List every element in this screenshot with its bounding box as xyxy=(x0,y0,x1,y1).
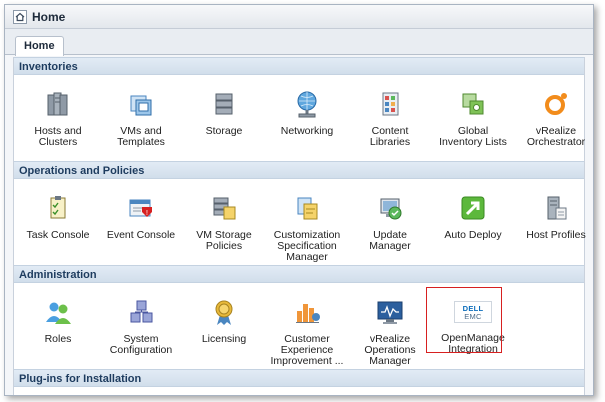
window-title: Home xyxy=(32,9,66,24)
tile-update-manager[interactable]: Update Manager xyxy=(351,179,429,265)
tile-vm-storage-policies[interactable]: VM Storage Policies xyxy=(185,179,263,265)
update-manager-icon xyxy=(380,198,402,220)
tile-storage[interactable]: Storage xyxy=(185,75,263,161)
content-libraries-icon xyxy=(382,92,399,116)
global-inventory-icon xyxy=(462,93,484,115)
home-icon xyxy=(13,9,27,24)
svg-text:!: ! xyxy=(146,210,148,217)
tile-label: Host Profiles xyxy=(526,229,586,241)
tile-label: Hosts and Clusters xyxy=(34,125,82,148)
section-header-administration: Administration xyxy=(14,265,584,283)
auto-deploy-icon xyxy=(461,196,485,220)
logo-line-1: DELL xyxy=(462,303,484,313)
tile-roles[interactable]: Roles xyxy=(19,283,97,369)
tile-global-inventory-lists[interactable]: Global Inventory Lists xyxy=(434,75,512,161)
tile-content-libraries[interactable]: Content Libraries xyxy=(351,75,429,161)
tile-event-console[interactable]: ! Event Console xyxy=(102,179,180,265)
tile-label: System Configuration xyxy=(109,333,173,356)
tile-label: Global Inventory Lists xyxy=(439,125,507,148)
tile-openmanage-integration[interactable]: DELL EMC OpenManage Integration xyxy=(434,283,512,369)
tile-host-profiles[interactable]: Host Profiles xyxy=(517,179,593,265)
tile-vrealize-operations-manager[interactable]: vRealize Operations Manager xyxy=(351,283,429,369)
tile-vrealize-orchestrator[interactable]: vRealize Orchestrator xyxy=(517,75,593,161)
tile-label: Networking xyxy=(280,125,334,137)
title-bar: Home xyxy=(5,5,593,29)
tile-system-configuration[interactable]: System Configuration xyxy=(102,283,180,369)
event-console-icon: ! xyxy=(129,199,152,217)
task-console-icon xyxy=(50,196,66,219)
tile-label: VM Storage Policies xyxy=(196,229,252,252)
vm-storage-policies-icon xyxy=(213,197,236,220)
tile-label: Customization Specification Manager xyxy=(273,229,341,263)
orchestrator-icon xyxy=(545,93,567,115)
tile-label: Storage xyxy=(205,125,243,137)
tile-networking[interactable]: Networking xyxy=(268,75,346,161)
tile-label: Event Console xyxy=(106,229,176,241)
tile-label: Licensing xyxy=(201,333,247,345)
tile-customer-experience-improvement[interactable]: Customer Experience Improvement ... xyxy=(268,283,346,369)
tile-label: Auto Deploy xyxy=(444,229,502,241)
section-header-operations-and-policies: Operations and Policies xyxy=(14,161,584,179)
storage-icon xyxy=(215,93,233,115)
hosts-clusters-icon xyxy=(47,92,68,116)
tile-label: Update Manager xyxy=(369,229,411,252)
tile-label: Roles xyxy=(44,333,72,345)
tile-customization-specification-manager[interactable]: Customization Specification Manager xyxy=(268,179,346,265)
tile-vms-and-templates[interactable]: VMs and Templates xyxy=(102,75,180,161)
tile-task-console[interactable]: Task Console xyxy=(19,179,97,265)
tile-label: Task Console xyxy=(26,229,90,241)
networking-icon xyxy=(297,91,317,118)
licensing-icon xyxy=(215,300,233,325)
dell-emc-logo-icon: DELL EMC xyxy=(454,301,492,323)
tile-label: VMs and Templates xyxy=(117,125,165,148)
section-inventories: Hosts and Clusters VMs and Templates Sto… xyxy=(14,75,585,161)
tile-label: vRealize Operations Manager xyxy=(364,333,416,367)
roles-icon xyxy=(46,302,71,324)
tile-label: vRealize Orchestrator xyxy=(526,125,586,148)
tile-hosts-and-clusters[interactable]: Hosts and Clusters xyxy=(19,75,97,161)
vms-templates-icon xyxy=(130,95,152,116)
logo-line-2: EMC xyxy=(464,311,482,321)
operations-manager-icon xyxy=(377,301,403,324)
vsphere-home-window: Home Home Inventories Hosts and Clusters xyxy=(4,4,594,396)
system-configuration-icon xyxy=(130,300,153,323)
tile-label: Customer Experience Improvement ... xyxy=(270,333,344,367)
section-operations-and-policies: Task Console ! Event Console VM Storage … xyxy=(14,179,586,265)
tab-home[interactable]: Home xyxy=(15,36,64,56)
home-content: Inventories Hosts and Clusters VMs and T… xyxy=(13,57,586,395)
section-header-inventories: Inventories xyxy=(14,57,584,75)
tile-auto-deploy[interactable]: Auto Deploy xyxy=(434,179,512,265)
tile-licensing[interactable]: Licensing xyxy=(185,283,263,369)
section-header-plug-ins-for-installation: Plug-ins for Installation xyxy=(14,369,584,387)
ceip-icon xyxy=(296,304,320,323)
section-administration: Roles System Configuration Licensing Cus… xyxy=(14,283,584,369)
tab-strip: Home xyxy=(5,29,593,56)
tile-label: Content Libraries xyxy=(369,125,411,148)
host-profiles-icon xyxy=(547,196,567,220)
tile-label: OpenManage Integration xyxy=(441,332,505,355)
customization-icon xyxy=(297,197,318,220)
